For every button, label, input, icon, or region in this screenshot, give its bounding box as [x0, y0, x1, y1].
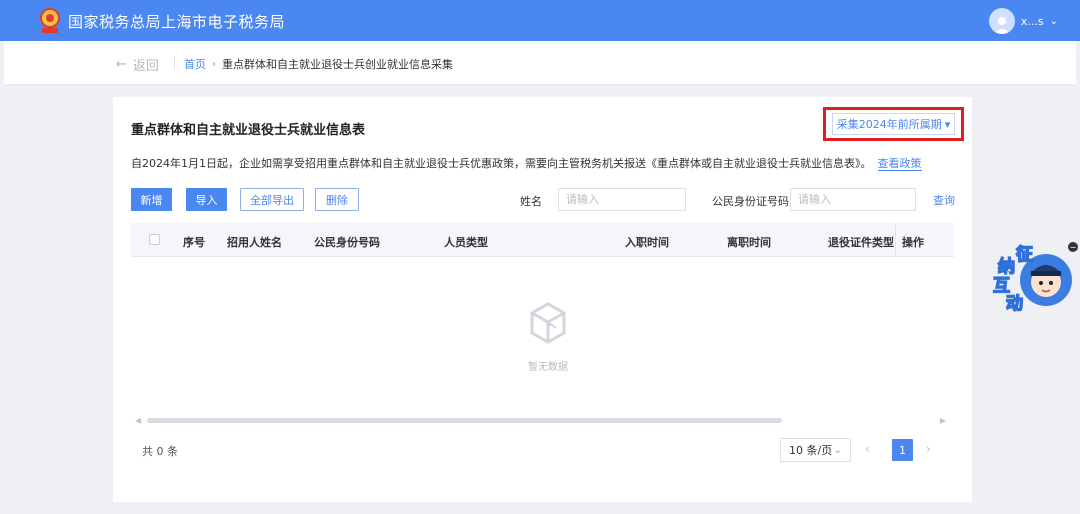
divider: [895, 223, 896, 257]
arrow-left-icon: ←: [116, 57, 127, 72]
scroll-right-icon[interactable]: ▶: [940, 416, 946, 425]
select-all-checkbox[interactable]: [149, 234, 160, 245]
delete-button[interactable]: 删除: [315, 188, 359, 211]
site-title: 国家税务总局上海市电子税务局: [68, 13, 286, 31]
name-input[interactable]: [558, 188, 686, 211]
export-all-button[interactable]: 全部导出: [240, 188, 304, 211]
username[interactable]: x...s: [1021, 15, 1044, 28]
col-hire-date: 入职时间: [625, 236, 669, 249]
period-select-button[interactable]: 采集2024年前所属期 ▾: [832, 113, 955, 135]
horizontal-scrollbar[interactable]: ◀ ▶: [133, 415, 954, 425]
id-input[interactable]: [790, 188, 916, 211]
next-page-button[interactable]: ›: [926, 442, 931, 456]
back-label: 返回: [132, 59, 159, 74]
col-name: 招用人姓名: [227, 236, 282, 249]
col-actions: 操作: [902, 236, 924, 249]
widget-close-icon[interactable]: −: [1068, 242, 1078, 252]
page-size-select[interactable]: 10 条/页 ⌄: [780, 438, 851, 462]
back-button[interactable]: ← 返回: [116, 55, 159, 74]
page-number-button[interactable]: 1: [892, 439, 913, 461]
policy-notice: 自2024年1月1日起，企业如需享受招用重点群体和自主就业退役士兵优惠政策，需要…: [131, 155, 922, 171]
top-header: 国家税务总局上海市电子税务局 x...s ⌄: [0, 0, 1080, 41]
name-label: 姓名: [520, 195, 542, 208]
scroll-left-icon[interactable]: ◀: [135, 416, 141, 425]
chevron-down-icon: ⌄: [833, 444, 842, 456]
col-cert-type: 退役证件类型: [828, 236, 894, 249]
main-card: 重点群体和自主就业退役士兵就业信息表 采集2024年前所属期 ▾ 自2024年1…: [113, 97, 972, 502]
empty-box-icon: [530, 302, 566, 344]
breadcrumb-bar: ← 返回 首页 › 重点群体和自主就业退役士兵创业就业信息采集: [4, 41, 1076, 85]
notice-text: 自2024年1月1日起，企业如需享受招用重点群体和自主就业退役士兵优惠政策，需要…: [131, 157, 872, 170]
import-button[interactable]: 导入: [186, 188, 227, 211]
col-index: 序号: [183, 236, 205, 249]
avatar[interactable]: [988, 8, 1015, 34]
col-type: 人员类型: [444, 236, 488, 249]
col-leave-date: 离职时间: [727, 236, 771, 249]
empty-state-text: 暂无数据: [528, 362, 568, 373]
breadcrumb: 首页 › 重点群体和自主就业退役士兵创业就业信息采集: [184, 56, 453, 72]
prev-page-button[interactable]: ‹: [865, 442, 870, 456]
view-policy-link[interactable]: 查看政策: [877, 157, 922, 171]
widget-char: 征: [1015, 244, 1034, 266]
breadcrumb-home-link[interactable]: 首页: [184, 56, 206, 72]
page-title: 重点群体和自主就业退役士兵就业信息表: [131, 123, 366, 138]
period-select-highlight: 采集2024年前所属期 ▾: [823, 107, 964, 141]
page-size-value: 10 条/页: [789, 444, 833, 457]
user-icon: [993, 17, 1010, 34]
query-button[interactable]: 查询: [933, 192, 955, 208]
period-select-label: 采集2024年前所属期: [836, 118, 942, 131]
scrollbar-thumb[interactable]: [147, 418, 782, 423]
interaction-widget[interactable]: 征 纳 互 动: [990, 238, 1074, 315]
id-label: 公民身份证号码: [712, 195, 789, 208]
table-header: 序号 招用人姓名 公民身份号码 人员类型 入职时间 离职时间 退役证件类型 操作: [131, 223, 954, 257]
caret-down-icon: ▾: [944, 117, 951, 131]
user-menu[interactable]: x...s ⌄: [988, 8, 1058, 34]
chevron-right-icon: ›: [212, 58, 216, 70]
widget-char: 动: [1005, 293, 1024, 315]
divider: [174, 57, 175, 69]
total-count: 共 0 条: [142, 445, 178, 458]
col-id: 公民身份号码: [314, 236, 380, 249]
chevron-down-icon[interactable]: ⌄: [1050, 16, 1058, 27]
add-button[interactable]: 新增: [131, 188, 172, 211]
breadcrumb-current: 重点群体和自主就业退役士兵创业就业信息采集: [222, 58, 453, 71]
tax-emblem-icon: [40, 8, 60, 33]
